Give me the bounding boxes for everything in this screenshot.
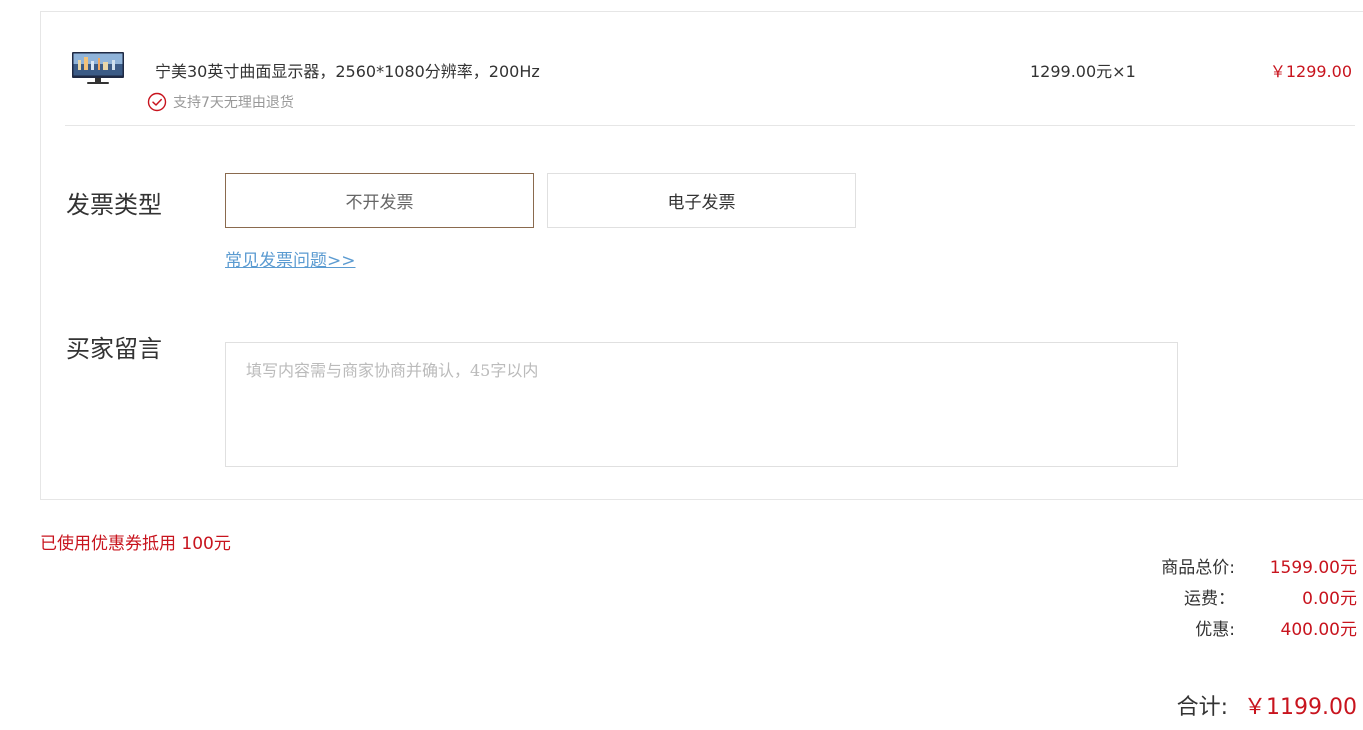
coupon-note: 已使用优惠券抵用 100元	[40, 534, 231, 554]
monitor-thumbnail[interactable]	[72, 52, 124, 86]
items-total-row: 商品总价: 1599.00元	[1097, 550, 1357, 581]
invoice-option-none[interactable]: 不开发票	[225, 173, 534, 228]
discount-row: 优惠: 400.00元	[1097, 612, 1357, 643]
product-name[interactable]: 宁美30英寸曲面显示器，2560*1080分辨率，200Hz	[155, 58, 540, 82]
unit-price: 1299.00元×1	[1030, 62, 1136, 81]
order-details-box: 宁美30英寸曲面显示器，2560*1080分辨率，200Hz 支持7天无理由退货…	[40, 11, 1363, 500]
price-summary: 商品总价: 1599.00元 运费： 0.00元 优惠: 400.00元	[1097, 550, 1357, 643]
invoice-option-electronic[interactable]: 电子发票	[547, 173, 856, 228]
check-circle-icon	[147, 92, 167, 112]
item-subtotal: ￥1299.00	[1269, 62, 1352, 81]
invoice-type-label: 发票类型	[66, 191, 162, 219]
buyer-message-input[interactable]	[225, 342, 1178, 467]
invoice-faq-link[interactable]: 常见发票问题>>	[225, 246, 356, 271]
product-row: 宁美30英寸曲面显示器，2560*1080分辨率，200Hz 支持7天无理由退货…	[65, 12, 1355, 126]
buyer-message-label: 买家留言	[66, 335, 162, 363]
grand-total-label: 合计:	[1176, 695, 1229, 720]
shipping-label: 运费：	[1184, 589, 1235, 609]
grand-total-value: ￥1199.00	[1244, 695, 1357, 720]
shipping-value: 0.00元	[1302, 589, 1357, 609]
shipping-row: 运费： 0.00元	[1097, 581, 1357, 612]
discount-label: 优惠:	[1195, 620, 1235, 640]
items-total-label: 商品总价:	[1161, 558, 1235, 578]
discount-value: 400.00元	[1280, 620, 1357, 640]
return-policy: 支持7天无理由退货	[147, 92, 294, 112]
grand-total: 合计: ￥1199.00	[1177, 689, 1357, 721]
return-policy-text: 支持7天无理由退货	[173, 95, 294, 111]
items-total-value: 1599.00元	[1269, 558, 1357, 578]
